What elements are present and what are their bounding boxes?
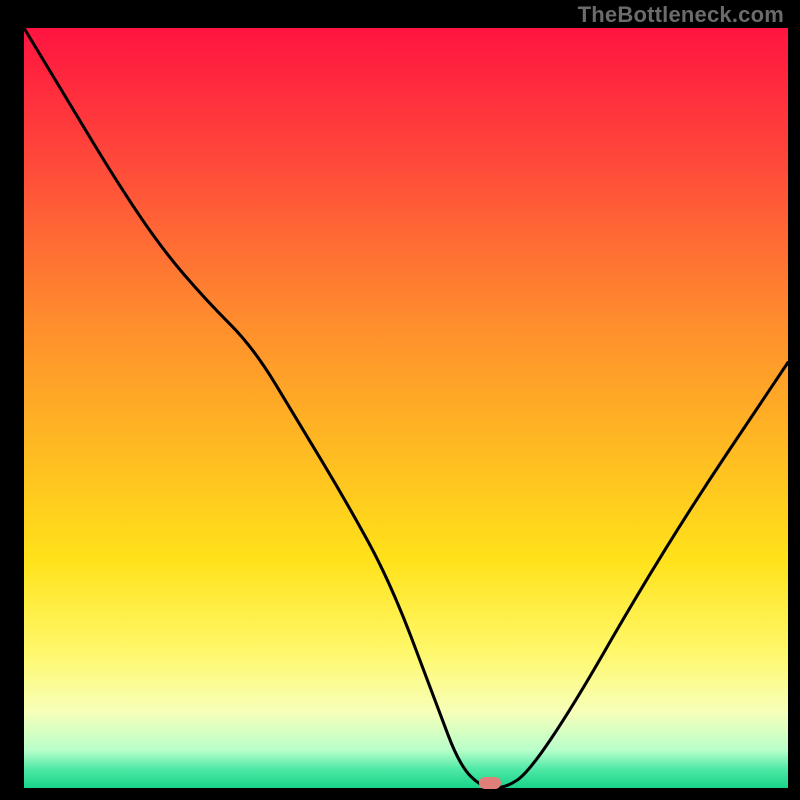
plot-area	[24, 28, 788, 788]
chart-frame: TheBottleneck.com	[0, 0, 800, 800]
optimal-point-marker	[479, 777, 501, 789]
watermark-text: TheBottleneck.com	[578, 2, 784, 28]
bottleneck-curve	[24, 28, 788, 788]
curve-path	[24, 28, 788, 788]
